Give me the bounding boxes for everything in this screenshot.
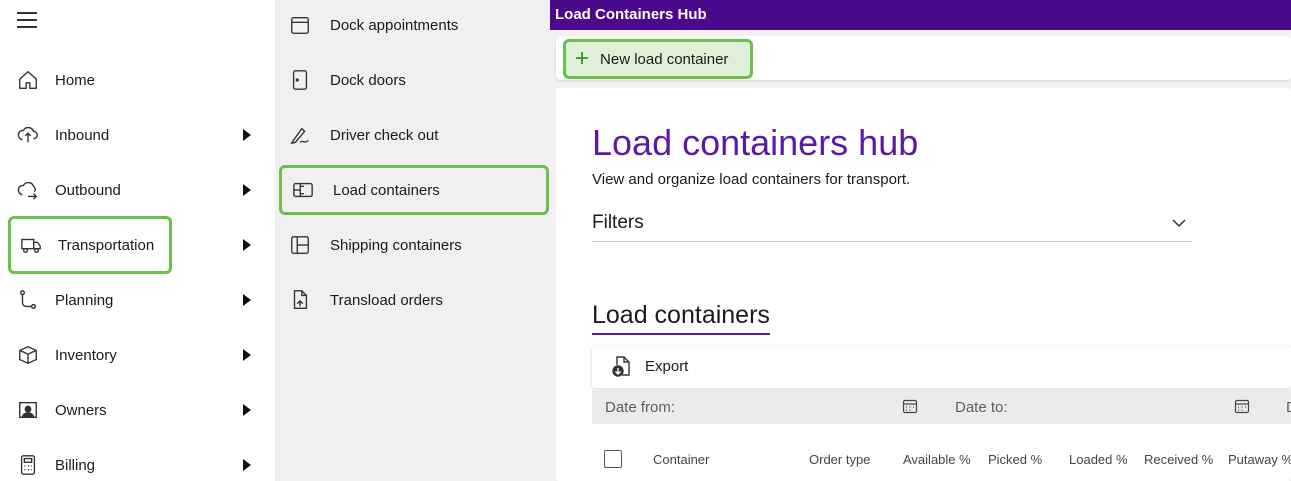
- export-icon: [612, 356, 630, 377]
- submenu-item-label: Dock appointments: [330, 16, 459, 34]
- table-header: Container Order type Available % Picked …: [592, 446, 1291, 472]
- expand-arrow-icon: [243, 239, 251, 251]
- nav-item-planning[interactable]: Planning: [8, 277, 268, 323]
- date-from-label: Date from:: [605, 399, 676, 416]
- page-title: Load containers hub: [592, 122, 919, 163]
- nav-item-label: Planning: [55, 291, 114, 309]
- container-icon: [282, 179, 324, 201]
- column-header-container[interactable]: Container: [653, 452, 709, 467]
- nav-item-transportation[interactable]: Transportation: [8, 216, 172, 274]
- nav-item-owners[interactable]: Owners: [8, 387, 268, 433]
- shipping-container-icon: [279, 234, 321, 256]
- submenu-item-label: Transload orders: [330, 291, 443, 309]
- transload-icon: [279, 289, 321, 311]
- hamburger-menu-icon[interactable]: [17, 12, 39, 30]
- section-title-tab[interactable]: Load containers: [592, 301, 770, 335]
- chevron-down-icon: [1172, 219, 1186, 228]
- column-header-loaded[interactable]: Loaded %: [1069, 452, 1128, 467]
- column-header-received[interactable]: Received %: [1144, 452, 1213, 467]
- submenu-item-dock-appointments[interactable]: Dock appointments: [279, 2, 549, 48]
- date-from-calendar-icon[interactable]: [902, 398, 918, 414]
- expand-arrow-icon: [243, 459, 251, 471]
- nav-item-label: Home: [55, 71, 96, 89]
- nav-item-label: Billing: [55, 456, 96, 474]
- select-all-checkbox[interactable]: [604, 450, 622, 468]
- filters-label: Filters: [592, 212, 644, 233]
- date-to-calendar-icon[interactable]: [1234, 398, 1250, 414]
- export-button[interactable]: Export: [612, 355, 688, 377]
- column-header-putaway[interactable]: Putaway %: [1228, 452, 1291, 467]
- nav-item-outbound[interactable]: Outbound: [8, 167, 268, 213]
- expand-arrow-icon: [243, 294, 251, 306]
- new-load-container-button[interactable]: + New load container: [563, 39, 753, 79]
- nav-item-home[interactable]: Home: [8, 57, 268, 103]
- submenu-item-label: Dock doors: [330, 71, 406, 89]
- calendar-icon: [279, 14, 321, 36]
- nav-item-inventory[interactable]: Inventory: [8, 332, 268, 378]
- plus-icon: +: [575, 45, 590, 72]
- window-title: Load Containers Hub: [550, 0, 1291, 30]
- nav-item-label: Owners: [55, 401, 107, 419]
- nav-item-label: Inbound: [55, 126, 110, 144]
- action-bar: + New load container: [556, 36, 1291, 80]
- home-icon: [8, 69, 48, 91]
- column-header-order-type[interactable]: Order type: [809, 452, 870, 467]
- submenu-item-label: Driver check out: [330, 126, 439, 144]
- column-header-picked[interactable]: Picked %: [988, 452, 1042, 467]
- owner-icon: [8, 399, 48, 421]
- expand-arrow-icon: [243, 404, 251, 416]
- date-filter-bar: Date from: Date to: D: [592, 390, 1291, 424]
- expand-arrow-icon: [243, 129, 251, 141]
- nav-item-inbound[interactable]: Inbound: [8, 112, 268, 158]
- nav-item-label: Transportation: [58, 236, 155, 254]
- expand-arrow-icon: [243, 349, 251, 361]
- truck-icon: [11, 234, 51, 256]
- expand-arrow-icon: [243, 184, 251, 196]
- submenu-item-shipping-containers[interactable]: Shipping containers: [279, 222, 549, 268]
- door-icon: [279, 69, 321, 91]
- signature-icon: [279, 124, 321, 146]
- new-button-label: New load container: [600, 50, 729, 68]
- inbound-icon: [8, 124, 48, 146]
- submenu-item-dock-doors[interactable]: Dock doors: [279, 57, 549, 103]
- main-content: Load Containers Hub + New load container…: [550, 0, 1291, 481]
- export-label: Export: [645, 357, 689, 375]
- nav-item-label: Outbound: [55, 181, 121, 199]
- submenu-item-driver-check-out[interactable]: Driver check out: [279, 112, 549, 158]
- submenu-item-label: Shipping containers: [330, 236, 462, 254]
- date-to-label: Date to:: [955, 399, 1008, 416]
- nav-item-billing[interactable]: Billing: [8, 442, 268, 481]
- column-header-available[interactable]: Available %: [903, 452, 971, 467]
- main-navigation: Home Inbound Outbound Transportation Pla…: [0, 0, 275, 481]
- hub-panel: Load containers hub View and organize lo…: [556, 88, 1291, 481]
- transportation-submenu: Dock appointments Dock doors Driver chec…: [275, 0, 550, 481]
- filters-expander[interactable]: Filters: [592, 212, 1192, 242]
- planning-icon: [8, 289, 48, 311]
- grid-toolbar: Export: [592, 346, 1291, 388]
- box-icon: [8, 344, 48, 366]
- page-subtitle: View and organize load containers for tr…: [592, 171, 911, 188]
- truncated-date-label: D: [1286, 399, 1291, 416]
- calculator-icon: [8, 454, 48, 476]
- submenu-item-label: Load containers: [333, 181, 440, 199]
- nav-item-label: Inventory: [55, 346, 117, 364]
- submenu-item-load-containers[interactable]: Load containers: [279, 165, 549, 215]
- submenu-item-transload-orders[interactable]: Transload orders: [279, 277, 549, 323]
- outbound-icon: [8, 179, 48, 201]
